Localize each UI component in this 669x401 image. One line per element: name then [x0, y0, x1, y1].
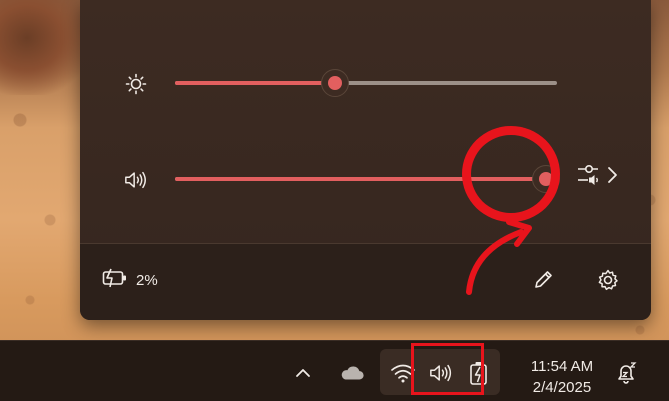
annotation-highlight-box	[411, 343, 484, 395]
chevron-up-icon[interactable]	[290, 360, 316, 386]
clock-time: 11:54 AM	[530, 358, 594, 375]
volume-slider[interactable]	[80, 159, 651, 199]
chevron-right-icon	[606, 165, 620, 190]
quick-settings-panel: 2%	[80, 0, 651, 320]
taskbar: 11:54 AM 2/4/2025	[0, 340, 669, 401]
brightness-track-fill	[175, 81, 336, 85]
annotation-highlight-circle	[462, 126, 560, 222]
gear-icon[interactable]	[593, 265, 623, 295]
quick-settings-footer	[80, 243, 651, 320]
battery-status[interactable]: 2%	[102, 265, 158, 295]
clock-date: 2/4/2025	[532, 379, 592, 396]
brightness-slider[interactable]	[80, 63, 651, 103]
sun-icon	[124, 72, 148, 96]
taskbar-clock[interactable]: 11:54 AM 2/4/2025	[514, 356, 610, 398]
speaker-icon	[124, 168, 148, 192]
sound-mixer-button[interactable]	[570, 155, 626, 199]
notification-bell-snooze-icon[interactable]	[614, 360, 640, 386]
battery-charging-icon	[102, 268, 128, 292]
sound-mixer-icon	[576, 162, 606, 193]
cloud-icon[interactable]	[339, 360, 365, 386]
annotation-arrow	[466, 219, 532, 295]
battery-percent: 2%	[136, 271, 158, 289]
brightness-thumb[interactable]	[321, 69, 350, 97]
